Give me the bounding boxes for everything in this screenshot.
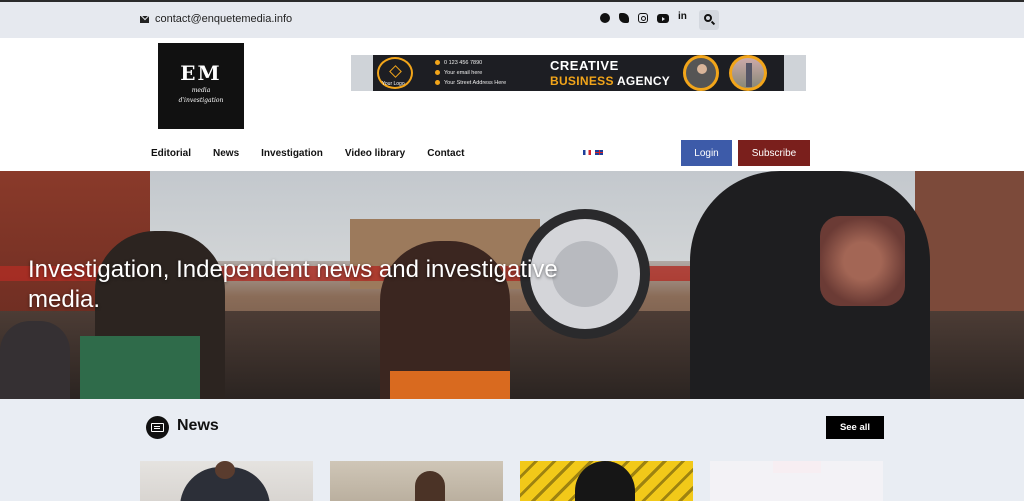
see-all-button[interactable]: See all [826, 416, 884, 439]
nav-item-video-library[interactable]: Video library [345, 148, 405, 159]
ad-title-accent: BUSINESS [550, 74, 614, 88]
ad-title-line2: BUSINESS AGENCY [550, 74, 670, 88]
site-header: EM media d'investigation Your Logo 0 123… [0, 38, 1024, 171]
social-links [600, 11, 687, 23]
contact-email-text[interactable]: contact@enquetemedia.info [155, 13, 292, 25]
site-logo[interactable]: EM media d'investigation [158, 43, 244, 129]
hero-protester-center-shirt [390, 371, 510, 399]
newspaper-icon-sheet [151, 423, 164, 432]
ad-logo: Your Logo [377, 57, 413, 89]
ad-city-photo [729, 55, 767, 91]
nav-item-editorial[interactable]: Editorial [151, 148, 191, 159]
ad-logo-text: Your Logo [382, 81, 405, 87]
ad-title-line1: CREATIVE [550, 58, 619, 73]
news-section: News See all [0, 399, 1024, 501]
nav-item-news[interactable]: News [213, 148, 239, 159]
contact-email[interactable]: contact@enquetemedia.info [140, 13, 292, 25]
ad-logo-diamond-icon [389, 65, 402, 78]
search-button[interactable] [699, 10, 719, 30]
ad-contact-lines: 0 123 456 7890 Your email here Your Stre… [435, 58, 506, 88]
main-nav: Editorial News Investigation Video libra… [151, 148, 464, 159]
ad-person-photo [683, 55, 719, 91]
ad-email: Your email here [444, 70, 483, 76]
envelope-icon [140, 15, 149, 23]
english-flag-icon[interactable] [595, 150, 603, 155]
news-card-3[interactable] [520, 461, 693, 501]
ad-title-rest: AGENCY [616, 74, 671, 88]
location-icon [435, 80, 440, 86]
instagram-icon[interactable] [638, 13, 648, 23]
subscribe-button[interactable]: Subscribe [738, 140, 810, 166]
nav-item-investigation[interactable]: Investigation [261, 148, 323, 159]
ad-phone: 0 123 456 7890 [444, 60, 483, 66]
news-card-2-image [415, 471, 445, 501]
hero-protester-left-shirt [80, 336, 200, 399]
news-section-title: News [177, 417, 219, 434]
ad-banner-content: Your Logo 0 123 456 7890 Your email here… [373, 55, 784, 91]
news-card-1[interactable] [140, 461, 313, 501]
email-icon [435, 70, 440, 76]
french-flag-icon[interactable] [583, 150, 591, 155]
top-bar: contact@enquetemedia.info [0, 0, 1024, 38]
hero-banner: Investigation, Independent news and inve… [0, 171, 1024, 399]
facebook-icon[interactable] [600, 13, 610, 23]
nav-item-contact[interactable]: Contact [427, 148, 464, 159]
hero-title: Investigation, Independent news and inve… [28, 256, 558, 313]
news-card-2[interactable] [330, 461, 503, 501]
hero-bandana [820, 216, 905, 306]
hero-person-left [0, 321, 70, 399]
linkedin-icon[interactable] [678, 11, 687, 22]
ad-banner[interactable]: Your Logo 0 123 456 7890 Your email here… [351, 55, 806, 91]
youtube-icon[interactable] [657, 14, 669, 23]
twitter-icon[interactable] [619, 13, 629, 23]
logo-subtitle-1: media [191, 87, 211, 94]
news-card-4[interactable] [710, 461, 883, 501]
news-cards [140, 461, 883, 501]
ad-address: Your Street Address Here [444, 80, 507, 86]
language-switcher [583, 150, 603, 155]
news-card-4-logo [773, 461, 821, 473]
login-button[interactable]: Login [681, 140, 732, 166]
logo-subtitle-2: d'investigation [178, 97, 224, 104]
search-icon-handle [710, 20, 716, 26]
phone-icon [435, 60, 440, 66]
newspaper-icon [146, 416, 169, 439]
news-card-1-image [180, 461, 270, 501]
logo-mark: EM [180, 61, 222, 85]
